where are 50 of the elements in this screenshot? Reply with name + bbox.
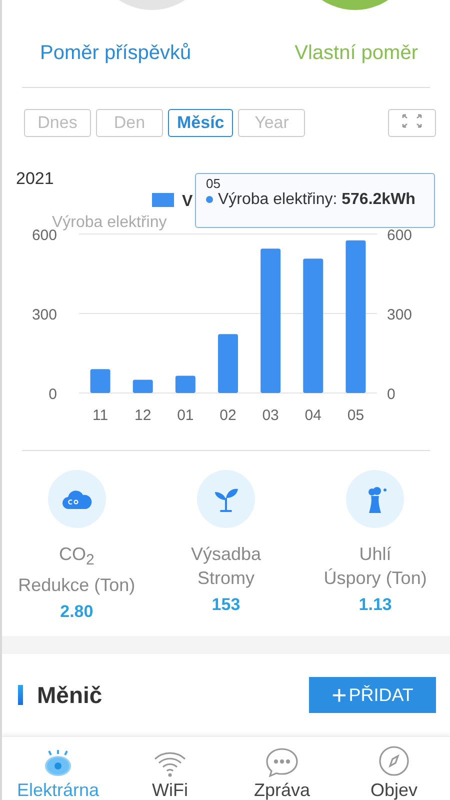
wifi-icon [153, 751, 187, 777]
period-tab[interactable]: Den [96, 109, 163, 137]
fullscreen-icon [401, 112, 423, 128]
bar[interactable] [175, 376, 196, 393]
self-ratio-label[interactable]: Vlastní poměr [294, 42, 418, 65]
axis-tick-label: 01 [177, 407, 194, 424]
axis-tick-label: 04 [304, 407, 322, 424]
axis-tick-label: 0 [387, 386, 396, 403]
axis-tick-label: 02 [220, 407, 236, 424]
fullscreen-button[interactable] [388, 109, 436, 137]
nav-tab[interactable]: Zpráva [226, 737, 338, 800]
period-tab[interactable]: Dnes [24, 109, 91, 137]
year-label: 2021 [16, 169, 54, 189]
axis-tick-label: 05 [347, 407, 364, 424]
stat-value: 2.80 [60, 602, 94, 622]
axis-tick-label: 03 [262, 407, 279, 424]
chat-bubble-icon [265, 747, 299, 777]
axis-tick-label: 300 [387, 306, 412, 324]
axis-tick-label: 0 [48, 386, 57, 403]
series-dot [206, 196, 213, 204]
bar[interactable] [303, 258, 324, 393]
stat-value: 153 [212, 595, 240, 615]
bar[interactable] [260, 248, 281, 393]
bar[interactable] [346, 240, 366, 393]
bar[interactable] [90, 369, 110, 393]
section-accent-bar [18, 685, 23, 705]
axis-tick-label: 11 [92, 407, 108, 424]
nav-tab[interactable]: WiFi [114, 737, 226, 800]
compass-icon [378, 745, 410, 777]
stat-label: Uhlí Úspory (Ton) [324, 543, 427, 590]
bar[interactable] [132, 380, 153, 393]
tooltip-series: Výroba elektřiny: [218, 191, 338, 208]
legend-label[interactable]: V [182, 193, 193, 210]
eye-icon [43, 749, 73, 777]
tooltip-title: 05 [206, 176, 222, 191]
axis-tick-label: 12 [134, 407, 152, 424]
axis-tick-label: 600 [387, 227, 412, 244]
contribution-ratio-label[interactable]: Poměr příspěvků [40, 42, 192, 65]
add-button[interactable]: +PŘIDAT [309, 677, 436, 713]
tooltip-value: 576.2kWh [342, 191, 416, 208]
stat-value: 1.13 [358, 595, 392, 615]
nav-tab[interactable]: Objev [338, 737, 450, 800]
legend-swatch [152, 193, 174, 207]
axis-tick-label: 300 [32, 306, 57, 324]
stat-label: CO$_{2}$ Redukce (Ton) [18, 543, 136, 597]
period-tab[interactable]: Měsíc [168, 109, 234, 137]
nav-tab[interactable]: Elektrárna [2, 737, 114, 800]
stat-label: Výsadba Stromy [190, 543, 262, 590]
period-tab[interactable]: Year [238, 109, 306, 137]
section-title: Měnič [37, 682, 102, 708]
